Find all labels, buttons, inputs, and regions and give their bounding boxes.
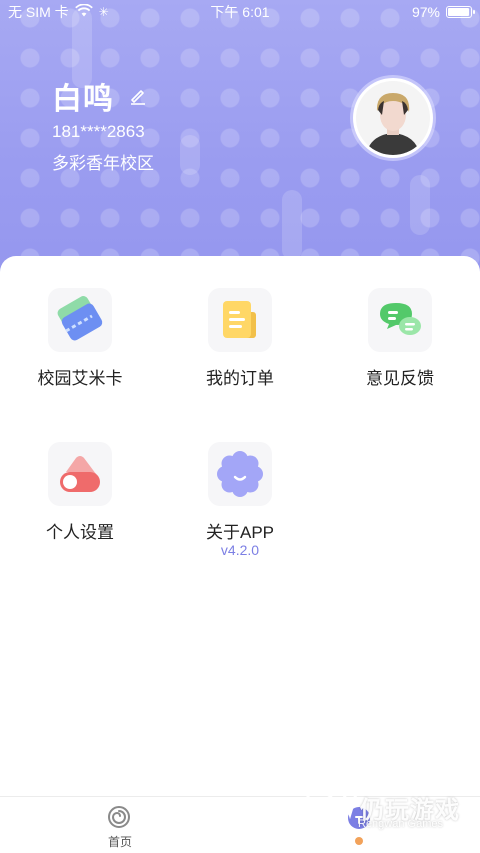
carrier-label: 无 SIM 卡 xyxy=(8,4,69,20)
feedback-entry[interactable]: 意见反馈 xyxy=(320,256,480,388)
my-orders-label: 我的订单 xyxy=(206,369,274,388)
campus-card-label: 校园艾米卡 xyxy=(37,369,123,388)
my-orders-entry[interactable]: 我的订单 xyxy=(160,256,320,388)
mine-tab-icon xyxy=(348,807,370,829)
tab-mine[interactable] xyxy=(280,797,440,853)
feedback-label: 意见反馈 xyxy=(366,369,434,388)
user-name: 白鸣 xyxy=(52,83,114,116)
personal-settings-label: 个人设置 xyxy=(46,523,114,542)
status-bar: 无 SIM 卡 ✳ 下午 6:01 97% xyxy=(0,0,480,24)
home-swirl-icon xyxy=(107,805,131,834)
battery-icon xyxy=(446,6,475,18)
user-campus: 多彩香年校区 xyxy=(52,154,154,173)
personal-settings-entry[interactable]: 个人设置 xyxy=(0,410,160,542)
settings-toggle-icon xyxy=(48,442,112,506)
campus-card-entry[interactable]: 校园艾米卡 xyxy=(0,256,160,388)
profile-header: 无 SIM 卡 ✳ 下午 6:01 97% 白鸣 181****2863 多彩香… xyxy=(0,0,480,300)
bottom-tab-bar: 首页 xyxy=(0,796,480,853)
header-decoration xyxy=(180,135,200,175)
orders-icon xyxy=(208,288,272,352)
active-dot xyxy=(355,837,363,845)
about-app-entry[interactable]: 关于APP v4.2.0 xyxy=(160,410,320,558)
app-version: v4.2.0 xyxy=(220,542,260,558)
about-app-icon xyxy=(208,442,272,506)
about-app-label: 关于APP xyxy=(205,523,275,542)
tab-home[interactable]: 首页 xyxy=(40,797,200,853)
tab-home-label: 首页 xyxy=(107,835,132,849)
activity-spinner-icon: ✳ xyxy=(98,5,109,19)
header-decoration xyxy=(410,175,430,235)
wifi-icon xyxy=(74,3,93,20)
battery-percentage: 97% xyxy=(411,4,440,20)
edit-name-icon[interactable] xyxy=(128,86,148,106)
header-decoration xyxy=(282,190,302,260)
menu-panel: 校园艾米卡 我的订单 意见反馈 个人设置 关于APP v4.2.0 xyxy=(0,256,480,796)
campus-card-icon xyxy=(48,288,112,352)
feedback-chat-icon xyxy=(368,288,432,352)
user-phone: 181****2863 xyxy=(52,122,145,141)
avatar[interactable] xyxy=(353,78,433,158)
